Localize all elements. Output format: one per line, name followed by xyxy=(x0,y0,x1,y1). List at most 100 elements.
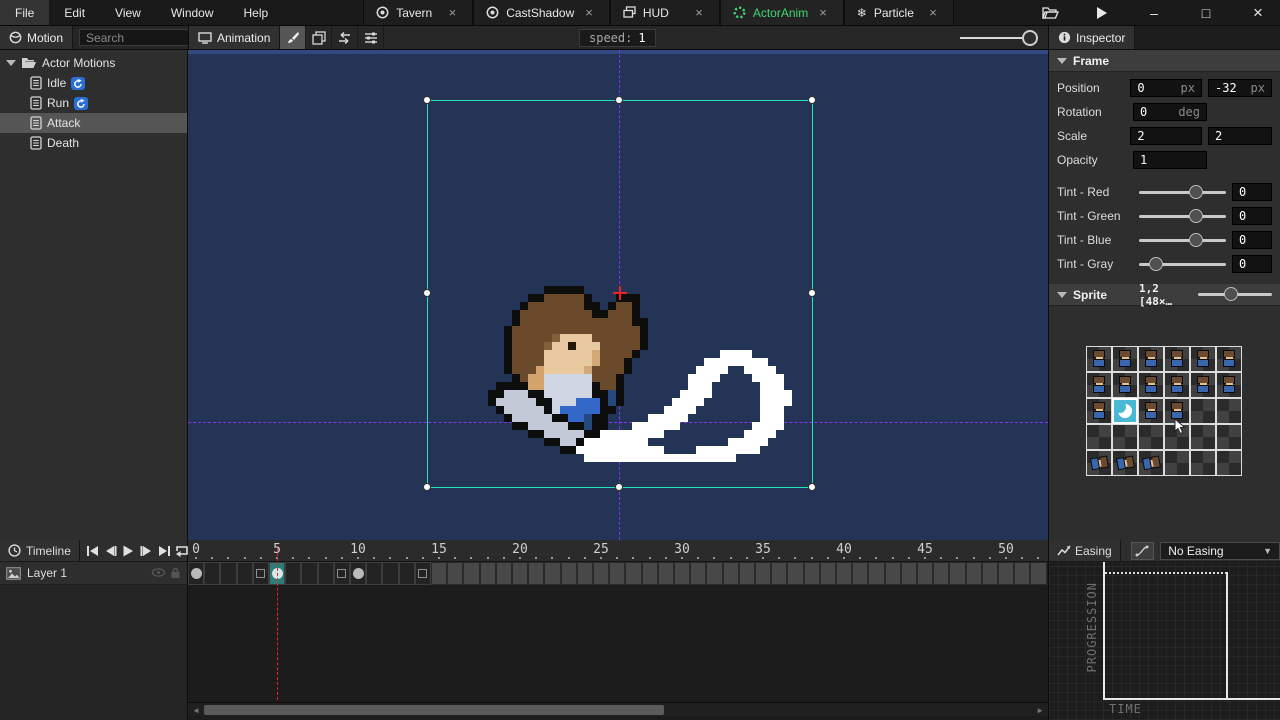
swap-tool-button[interactable] xyxy=(332,26,358,49)
tab-hud[interactable]: HUD× xyxy=(610,0,720,25)
scrollbar-thumb[interactable] xyxy=(204,705,664,715)
frame-cell[interactable] xyxy=(512,562,528,585)
easing-dropdown[interactable]: No Easing ▼ xyxy=(1160,542,1280,560)
selection-handle[interactable] xyxy=(808,96,816,104)
sheet-cell[interactable] xyxy=(1216,424,1242,450)
run-button[interactable] xyxy=(1080,0,1124,26)
selection-handle[interactable] xyxy=(808,289,816,297)
step-forward-button[interactable] xyxy=(138,542,155,560)
frame-cell[interactable] xyxy=(496,562,512,585)
play-button[interactable] xyxy=(120,542,137,560)
zoom-slider-knob[interactable] xyxy=(1022,30,1038,46)
skip-start-button[interactable] xyxy=(84,542,101,560)
timeline-ruler[interactable]: 05101520253035404550 xyxy=(188,540,1048,562)
tab-easing[interactable]: Easing xyxy=(1049,540,1121,561)
frame-cell[interactable] xyxy=(771,562,787,585)
playhead-line[interactable] xyxy=(277,548,278,700)
sheet-cell[interactable] xyxy=(1164,372,1190,398)
frame-cell[interactable] xyxy=(642,562,658,585)
position-x-field[interactable]: 0 px xyxy=(1130,79,1202,97)
collapse-icon[interactable] xyxy=(1057,58,1067,64)
expander-icon[interactable] xyxy=(6,60,16,66)
menu-file[interactable]: File xyxy=(0,0,49,25)
duplicate-tool-button[interactable] xyxy=(306,26,332,49)
sheet-cell[interactable] xyxy=(1216,372,1242,398)
tint-slider-knob[interactable] xyxy=(1189,209,1203,223)
tint-slider-knob[interactable] xyxy=(1189,185,1203,199)
frame-cell[interactable] xyxy=(706,562,722,585)
frame-cell[interactable] xyxy=(982,562,998,585)
frame-cell[interactable] xyxy=(966,562,982,585)
keyframe-hold-icon[interactable] xyxy=(256,569,265,578)
open-folder-button[interactable] xyxy=(1028,0,1072,26)
frame-cell[interactable] xyxy=(237,562,253,585)
menu-window[interactable]: Window xyxy=(156,0,229,25)
sheet-cell[interactable] xyxy=(1190,372,1216,398)
tree-item-idle[interactable]: Idle xyxy=(0,73,187,93)
position-y-field[interactable]: -32 px xyxy=(1208,79,1272,97)
menu-edit[interactable]: Edit xyxy=(49,0,100,25)
tint-slider-knob[interactable] xyxy=(1189,233,1203,247)
menu-view[interactable]: View xyxy=(100,0,156,25)
tree-item-run[interactable]: Run xyxy=(0,93,187,113)
selection-handle[interactable] xyxy=(423,96,431,104)
canvas-zoom-slider[interactable] xyxy=(960,37,1030,39)
frame-cell[interactable] xyxy=(804,562,820,585)
frame-cell[interactable] xyxy=(447,562,463,585)
tree-item-attack[interactable]: Attack xyxy=(0,113,187,133)
minimize-button[interactable]: – xyxy=(1132,0,1176,26)
frame-cell[interactable] xyxy=(366,562,382,585)
close-tab-icon[interactable]: × xyxy=(445,5,461,20)
frame-cell[interactable] xyxy=(658,562,674,585)
scroll-right-icon[interactable]: ► xyxy=(1036,706,1044,715)
sheet-cell[interactable] xyxy=(1138,372,1164,398)
close-tab-icon[interactable]: × xyxy=(691,5,707,20)
selection-handle[interactable] xyxy=(808,483,816,491)
horizontal-scrollbar[interactable]: ◄ ► xyxy=(188,702,1048,716)
frame-cell[interactable] xyxy=(544,562,560,585)
frame-cell[interactable] xyxy=(949,562,965,585)
close-button[interactable]: × xyxy=(1236,0,1280,26)
frame-cell[interactable] xyxy=(253,562,269,585)
sheet-cell[interactable] xyxy=(1138,398,1164,424)
layer-row[interactable]: Layer 1 xyxy=(0,562,188,585)
visibility-eye-icon[interactable] xyxy=(151,567,166,579)
rotation-field[interactable]: 0 deg xyxy=(1133,103,1207,121)
selection-handle[interactable] xyxy=(615,483,623,491)
frame-cell[interactable] xyxy=(350,562,366,585)
frame-cell[interactable] xyxy=(755,562,771,585)
frame-cell[interactable] xyxy=(852,562,868,585)
sheet-cell[interactable] xyxy=(1190,346,1216,372)
speed-field[interactable]: speed: 1 xyxy=(579,29,656,47)
keyframe-icon[interactable] xyxy=(353,568,364,579)
sheet-cell-selected[interactable] xyxy=(1112,398,1138,424)
frame-cell[interactable] xyxy=(382,562,398,585)
sheet-cell[interactable] xyxy=(1138,424,1164,450)
tab-particle[interactable]: ❄Particle× xyxy=(844,0,954,25)
tint-value-field[interactable]: 0 xyxy=(1232,231,1272,249)
frame-cell[interactable] xyxy=(561,562,577,585)
frame-cell[interactable] xyxy=(933,562,949,585)
close-tab-icon[interactable]: × xyxy=(815,5,831,20)
frame-cell[interactable] xyxy=(690,562,706,585)
frame-cell[interactable] xyxy=(431,562,447,585)
scroll-left-icon[interactable]: ◄ xyxy=(192,706,200,715)
sheet-cell[interactable] xyxy=(1138,450,1164,476)
tint-slider[interactable] xyxy=(1139,215,1226,218)
frame-cell[interactable] xyxy=(334,562,350,585)
tab-castshadow[interactable]: CastShadow× xyxy=(473,0,610,25)
selection-handle[interactable] xyxy=(423,289,431,297)
frame-cell[interactable] xyxy=(577,562,593,585)
scale-x-field[interactable]: 2 xyxy=(1130,127,1202,145)
lock-icon[interactable] xyxy=(170,567,181,579)
keyframe-hold-icon[interactable] xyxy=(337,569,346,578)
frame-cell[interactable] xyxy=(885,562,901,585)
sheet-cell[interactable] xyxy=(1216,450,1242,476)
sheet-cell[interactable] xyxy=(1086,450,1112,476)
step-back-button[interactable] xyxy=(102,542,119,560)
frame-cell[interactable] xyxy=(220,562,236,585)
frame-cell[interactable] xyxy=(399,562,415,585)
timeline-track-area[interactable]: 05101520253035404550 ◄ ► xyxy=(188,540,1048,720)
keyframe-hold-icon[interactable] xyxy=(418,569,427,578)
sheet-cell[interactable] xyxy=(1164,450,1190,476)
